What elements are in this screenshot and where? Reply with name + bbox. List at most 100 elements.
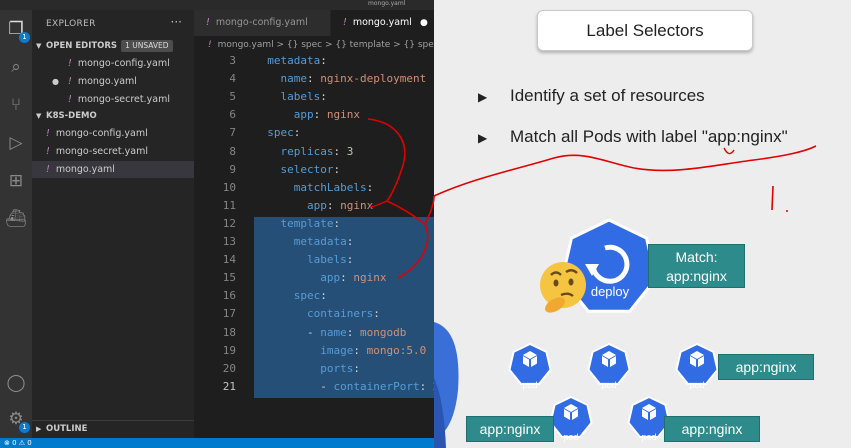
outline-section[interactable]: ▶ OUTLINE: [32, 420, 194, 437]
code-line[interactable]: - containerPort: 2: [254, 380, 434, 393]
code-line[interactable]: replicas: 3: [254, 144, 354, 158]
pod-icon: [587, 343, 631, 385]
open-editors-section[interactable]: ▼ OPEN EDITORS 1 UNSAVED: [32, 38, 194, 55]
explorer-icon[interactable]: ❐ 1: [5, 18, 30, 43]
yaml-file-icon: !: [46, 146, 50, 157]
yaml-file-icon: !: [208, 40, 212, 50]
yaml-separator: :: [340, 271, 354, 285]
line-number: 4: [229, 72, 236, 86]
yaml-separator: :: [320, 289, 327, 303]
yaml-file-icon: !: [46, 128, 50, 139]
line-number: 21: [222, 379, 236, 393]
code-line[interactable]: - name: mongodb: [254, 326, 406, 339]
yaml-key: spec: [267, 126, 294, 140]
code-line[interactable]: app: nginx: [254, 271, 386, 284]
unsaved-badge: 1 UNSAVED: [121, 40, 173, 52]
unsaved-dot-icon[interactable]: ●: [420, 18, 428, 28]
yaml-separator: :: [313, 108, 327, 122]
yaml-separator: :: [320, 54, 327, 67]
code-line[interactable]: containers:: [254, 307, 380, 320]
tab-label: mongo.yaml: [352, 17, 412, 28]
project-file-active[interactable]: ! mongo.yaml: [32, 161, 194, 178]
docker-icon[interactable]: ⛴: [5, 208, 27, 230]
file-name: mongo-secret.yaml: [55, 146, 148, 157]
yaml-separator: :: [293, 126, 301, 140]
file-name: mongo-config.yaml: [55, 128, 148, 139]
project-file[interactable]: ! mongo-secret.yaml: [32, 143, 194, 160]
tab-mongo-config[interactable]: ! mongo-config.yaml: [194, 10, 330, 36]
yaml-key: spec: [293, 289, 321, 303]
code-line[interactable]: image: mongo:5.0: [254, 344, 426, 357]
pod-label: pod: [689, 380, 705, 390]
tab-mongo[interactable]: ! mongo.yaml ●: [331, 10, 434, 36]
extensions-icon[interactable]: ⊞: [5, 170, 27, 192]
project-file[interactable]: ! mongo-config.yaml: [32, 125, 194, 142]
code-area[interactable]: 3 metadata: 4 name: nginx-deployment 5 lab…: [194, 54, 434, 438]
yaml-separator: :: [326, 198, 341, 212]
unsaved-dot-icon: ●: [52, 77, 59, 86]
code-line[interactable]: matchLabels:: [254, 181, 373, 194]
chevron-down-icon: ▼: [36, 112, 42, 120]
breadcrumb[interactable]: ! mongo.yaml > {} spec > {} template > {}…: [194, 36, 434, 54]
open-editor-item[interactable]: ! mongo-secret.yaml: [32, 91, 194, 108]
callout-line: Match:: [675, 249, 718, 265]
code-line[interactable]: template:: [254, 217, 341, 230]
code-line[interactable]: app: nginx: [254, 108, 360, 121]
pod-tag: app:nginx: [466, 416, 554, 442]
code-line[interactable]: ports:: [254, 362, 360, 375]
callout-line: app:nginx: [666, 268, 727, 284]
indent: -: [254, 325, 321, 339]
code-line[interactable]: app: nginx: [254, 199, 373, 212]
yaml-file-icon: !: [343, 17, 347, 28]
code-line[interactable]: spec:: [254, 126, 300, 139]
more-actions-icon[interactable]: ···: [171, 15, 182, 29]
project-section[interactable]: ▼ K8S-DEMO: [32, 108, 194, 125]
chevron-right-icon: ▶: [36, 425, 42, 433]
source-control-icon[interactable]: ⑂: [5, 94, 27, 116]
line-number: 11: [222, 198, 236, 212]
line-number: 20: [222, 361, 236, 375]
file-name: mongo.yaml: [55, 164, 115, 175]
line-number: 13: [222, 235, 236, 248]
yaml-value: 3: [346, 144, 354, 158]
yaml-separator: :: [307, 72, 321, 86]
yaml-key: matchLabels: [293, 180, 367, 194]
match-callout: Match: app:nginx: [648, 244, 745, 288]
yaml-separator: :: [320, 90, 327, 104]
run-debug-icon[interactable]: ▷: [5, 132, 27, 154]
open-editor-item-active[interactable]: ●! mongo.yaml: [32, 73, 194, 90]
yaml-value: nginx: [340, 198, 374, 212]
account-icon[interactable]: ◯: [5, 372, 27, 394]
code-line[interactable]: spec:: [254, 289, 327, 302]
search-icon[interactable]: ⌕: [5, 56, 27, 78]
code-line[interactable]: labels:: [254, 90, 327, 103]
yaml-file-icon: !: [206, 17, 210, 28]
code-line[interactable]: metadata:: [254, 54, 327, 67]
tab-label: mongo-config.yaml: [215, 17, 308, 28]
code-line[interactable]: metadata:: [254, 235, 354, 248]
problems-status[interactable]: ⊗ 0 ⚠ 0: [4, 438, 32, 448]
yaml-key: app: [320, 271, 341, 285]
yaml-separator: :: [366, 180, 374, 194]
yaml-value: mongo:5.0: [366, 343, 427, 357]
explorer-badge: 1: [19, 32, 30, 43]
pod-tag: app:nginx: [664, 416, 760, 442]
code-line[interactable]: selector:: [254, 163, 341, 176]
code-line[interactable]: labels:: [254, 253, 353, 266]
breadcrumb-text: mongo.yaml > {} spec > {} template > {} …: [217, 40, 434, 50]
yaml-key: containerPort: [333, 379, 420, 393]
annotation-stroke: [771, 185, 774, 211]
open-editor-item[interactable]: ! mongo-config.yaml: [32, 55, 194, 72]
code-line[interactable]: name: nginx-deployment: [254, 72, 427, 86]
settings-gear-icon[interactable]: ⚙ 1: [5, 408, 30, 433]
line-number: 10: [222, 180, 236, 194]
pod-label: pod: [522, 380, 538, 390]
